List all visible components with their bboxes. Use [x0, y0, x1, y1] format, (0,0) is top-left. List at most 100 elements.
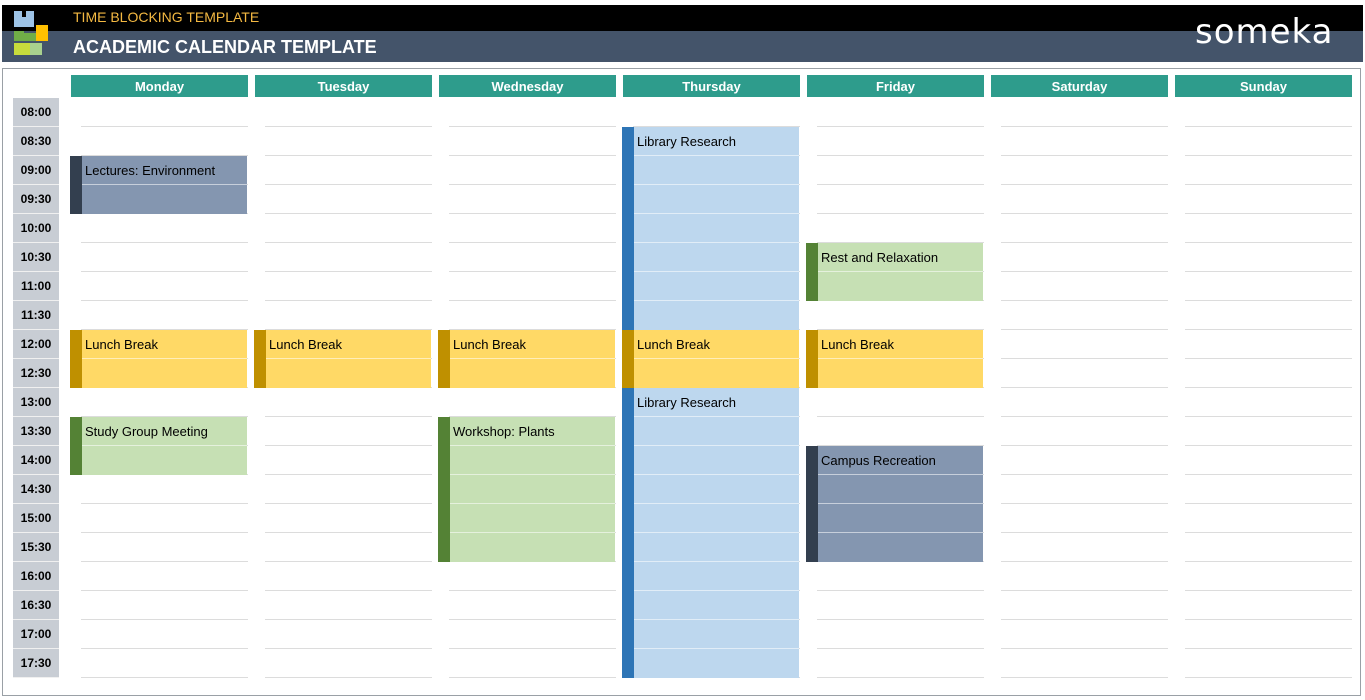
- grid-line: [449, 677, 616, 678]
- event-block[interactable]: Workshop: Plants: [438, 417, 615, 562]
- day-header-monday: Monday: [71, 75, 248, 97]
- day-header-sunday: Sunday: [1175, 75, 1352, 97]
- event-block[interactable]: Lunch Break: [806, 330, 983, 388]
- grid-line: [1001, 271, 1168, 272]
- grid-line: [817, 416, 984, 417]
- event-block[interactable]: Lunch Break: [70, 330, 247, 388]
- time-label: 09:00: [13, 156, 59, 185]
- grid-line: [81, 300, 248, 301]
- grid-line: [1001, 155, 1168, 156]
- time-label: 12:00: [13, 330, 59, 359]
- event-row-divider: [450, 445, 615, 446]
- grid-line: [81, 619, 248, 620]
- event-row-divider: [634, 184, 799, 185]
- grid-line: [1185, 445, 1352, 446]
- event-row-divider: [818, 532, 983, 533]
- event-block[interactable]: Lunch Break: [438, 330, 615, 388]
- grid-line: [1185, 271, 1352, 272]
- grid-line: [1185, 126, 1352, 127]
- grid-line: [265, 561, 432, 562]
- time-label: 14:00: [13, 446, 59, 475]
- grid-line: [265, 474, 432, 475]
- event-color-bar: [438, 417, 450, 562]
- event-row-divider: [634, 561, 799, 562]
- event-title: Lunch Break: [637, 337, 710, 352]
- grid-line: [1185, 358, 1352, 359]
- event-title: Lectures: Environment: [85, 163, 216, 178]
- grid-line: [265, 619, 432, 620]
- grid-line: [265, 126, 432, 127]
- event-color-bar: [806, 330, 818, 388]
- event-block[interactable]: Lunch Break: [622, 330, 799, 388]
- brand-logo[interactable]: someka: [1195, 12, 1333, 52]
- event-color-bar: [254, 330, 266, 388]
- grid-line: [1001, 358, 1168, 359]
- grid-line: [817, 648, 984, 649]
- grid-line: [81, 561, 248, 562]
- event-row-divider: [450, 503, 615, 504]
- grid-line: [1001, 503, 1168, 504]
- grid-line: [449, 300, 616, 301]
- grid-line: [1001, 648, 1168, 649]
- event-block[interactable]: Campus Recreation: [806, 446, 983, 562]
- event-title: Lunch Break: [85, 337, 158, 352]
- grid-line: [1185, 561, 1352, 562]
- grid-line: [1185, 416, 1352, 417]
- day-header-wednesday: Wednesday: [439, 75, 616, 97]
- grid-line: [265, 155, 432, 156]
- event-block[interactable]: Library Research: [622, 127, 799, 330]
- grid-line: [449, 271, 616, 272]
- day-header-thursday: Thursday: [623, 75, 800, 97]
- event-title: Lunch Break: [821, 337, 894, 352]
- event-row-divider: [634, 271, 799, 272]
- event-row-divider: [634, 300, 799, 301]
- event-color-bar: [70, 330, 82, 388]
- grid-line: [1185, 532, 1352, 533]
- event-row-divider: [634, 532, 799, 533]
- grid-line: [1001, 590, 1168, 591]
- grid-line: [817, 590, 984, 591]
- grid-line: [1001, 532, 1168, 533]
- grid-line: [1185, 474, 1352, 475]
- event-color-bar: [622, 388, 634, 678]
- event-row-divider: [818, 474, 983, 475]
- event-color-bar: [622, 330, 634, 388]
- grid-line: [1001, 416, 1168, 417]
- day-header-friday: Friday: [807, 75, 984, 97]
- grid-line: [449, 184, 616, 185]
- grid-line: [81, 590, 248, 591]
- event-row-divider: [634, 416, 799, 417]
- event-row-divider: [634, 155, 799, 156]
- grid-line: [1001, 300, 1168, 301]
- event-block[interactable]: Study Group Meeting: [70, 417, 247, 475]
- event-color-bar: [806, 243, 818, 301]
- event-block[interactable]: Lectures: Environment: [70, 156, 247, 214]
- grid-line: [817, 184, 984, 185]
- event-row-divider: [82, 358, 247, 359]
- event-color-bar: [70, 156, 82, 214]
- grid-line: [265, 503, 432, 504]
- event-row-divider: [818, 271, 983, 272]
- grid-line: [817, 155, 984, 156]
- event-block[interactable]: Rest and Relaxation: [806, 243, 983, 301]
- event-title: Study Group Meeting: [85, 424, 208, 439]
- time-label: 16:00: [13, 562, 59, 591]
- grid-line: [1185, 648, 1352, 649]
- grid-line: [81, 648, 248, 649]
- time-label: 09:30: [13, 185, 59, 214]
- event-row-divider: [818, 358, 983, 359]
- day-header-saturday: Saturday: [991, 75, 1168, 97]
- grid-line: [81, 126, 248, 127]
- event-block[interactable]: Library Research: [622, 388, 799, 678]
- event-title: Library Research: [637, 395, 736, 410]
- grid-line: [1185, 155, 1352, 156]
- event-color-bar: [622, 127, 634, 330]
- event-block[interactable]: Lunch Break: [254, 330, 431, 388]
- grid-line: [817, 126, 984, 127]
- grid-line: [81, 677, 248, 678]
- event-title: Campus Recreation: [821, 453, 936, 468]
- grid-line: [265, 590, 432, 591]
- event-color-bar: [70, 417, 82, 475]
- grid-line: [1001, 474, 1168, 475]
- event-row-divider: [450, 358, 615, 359]
